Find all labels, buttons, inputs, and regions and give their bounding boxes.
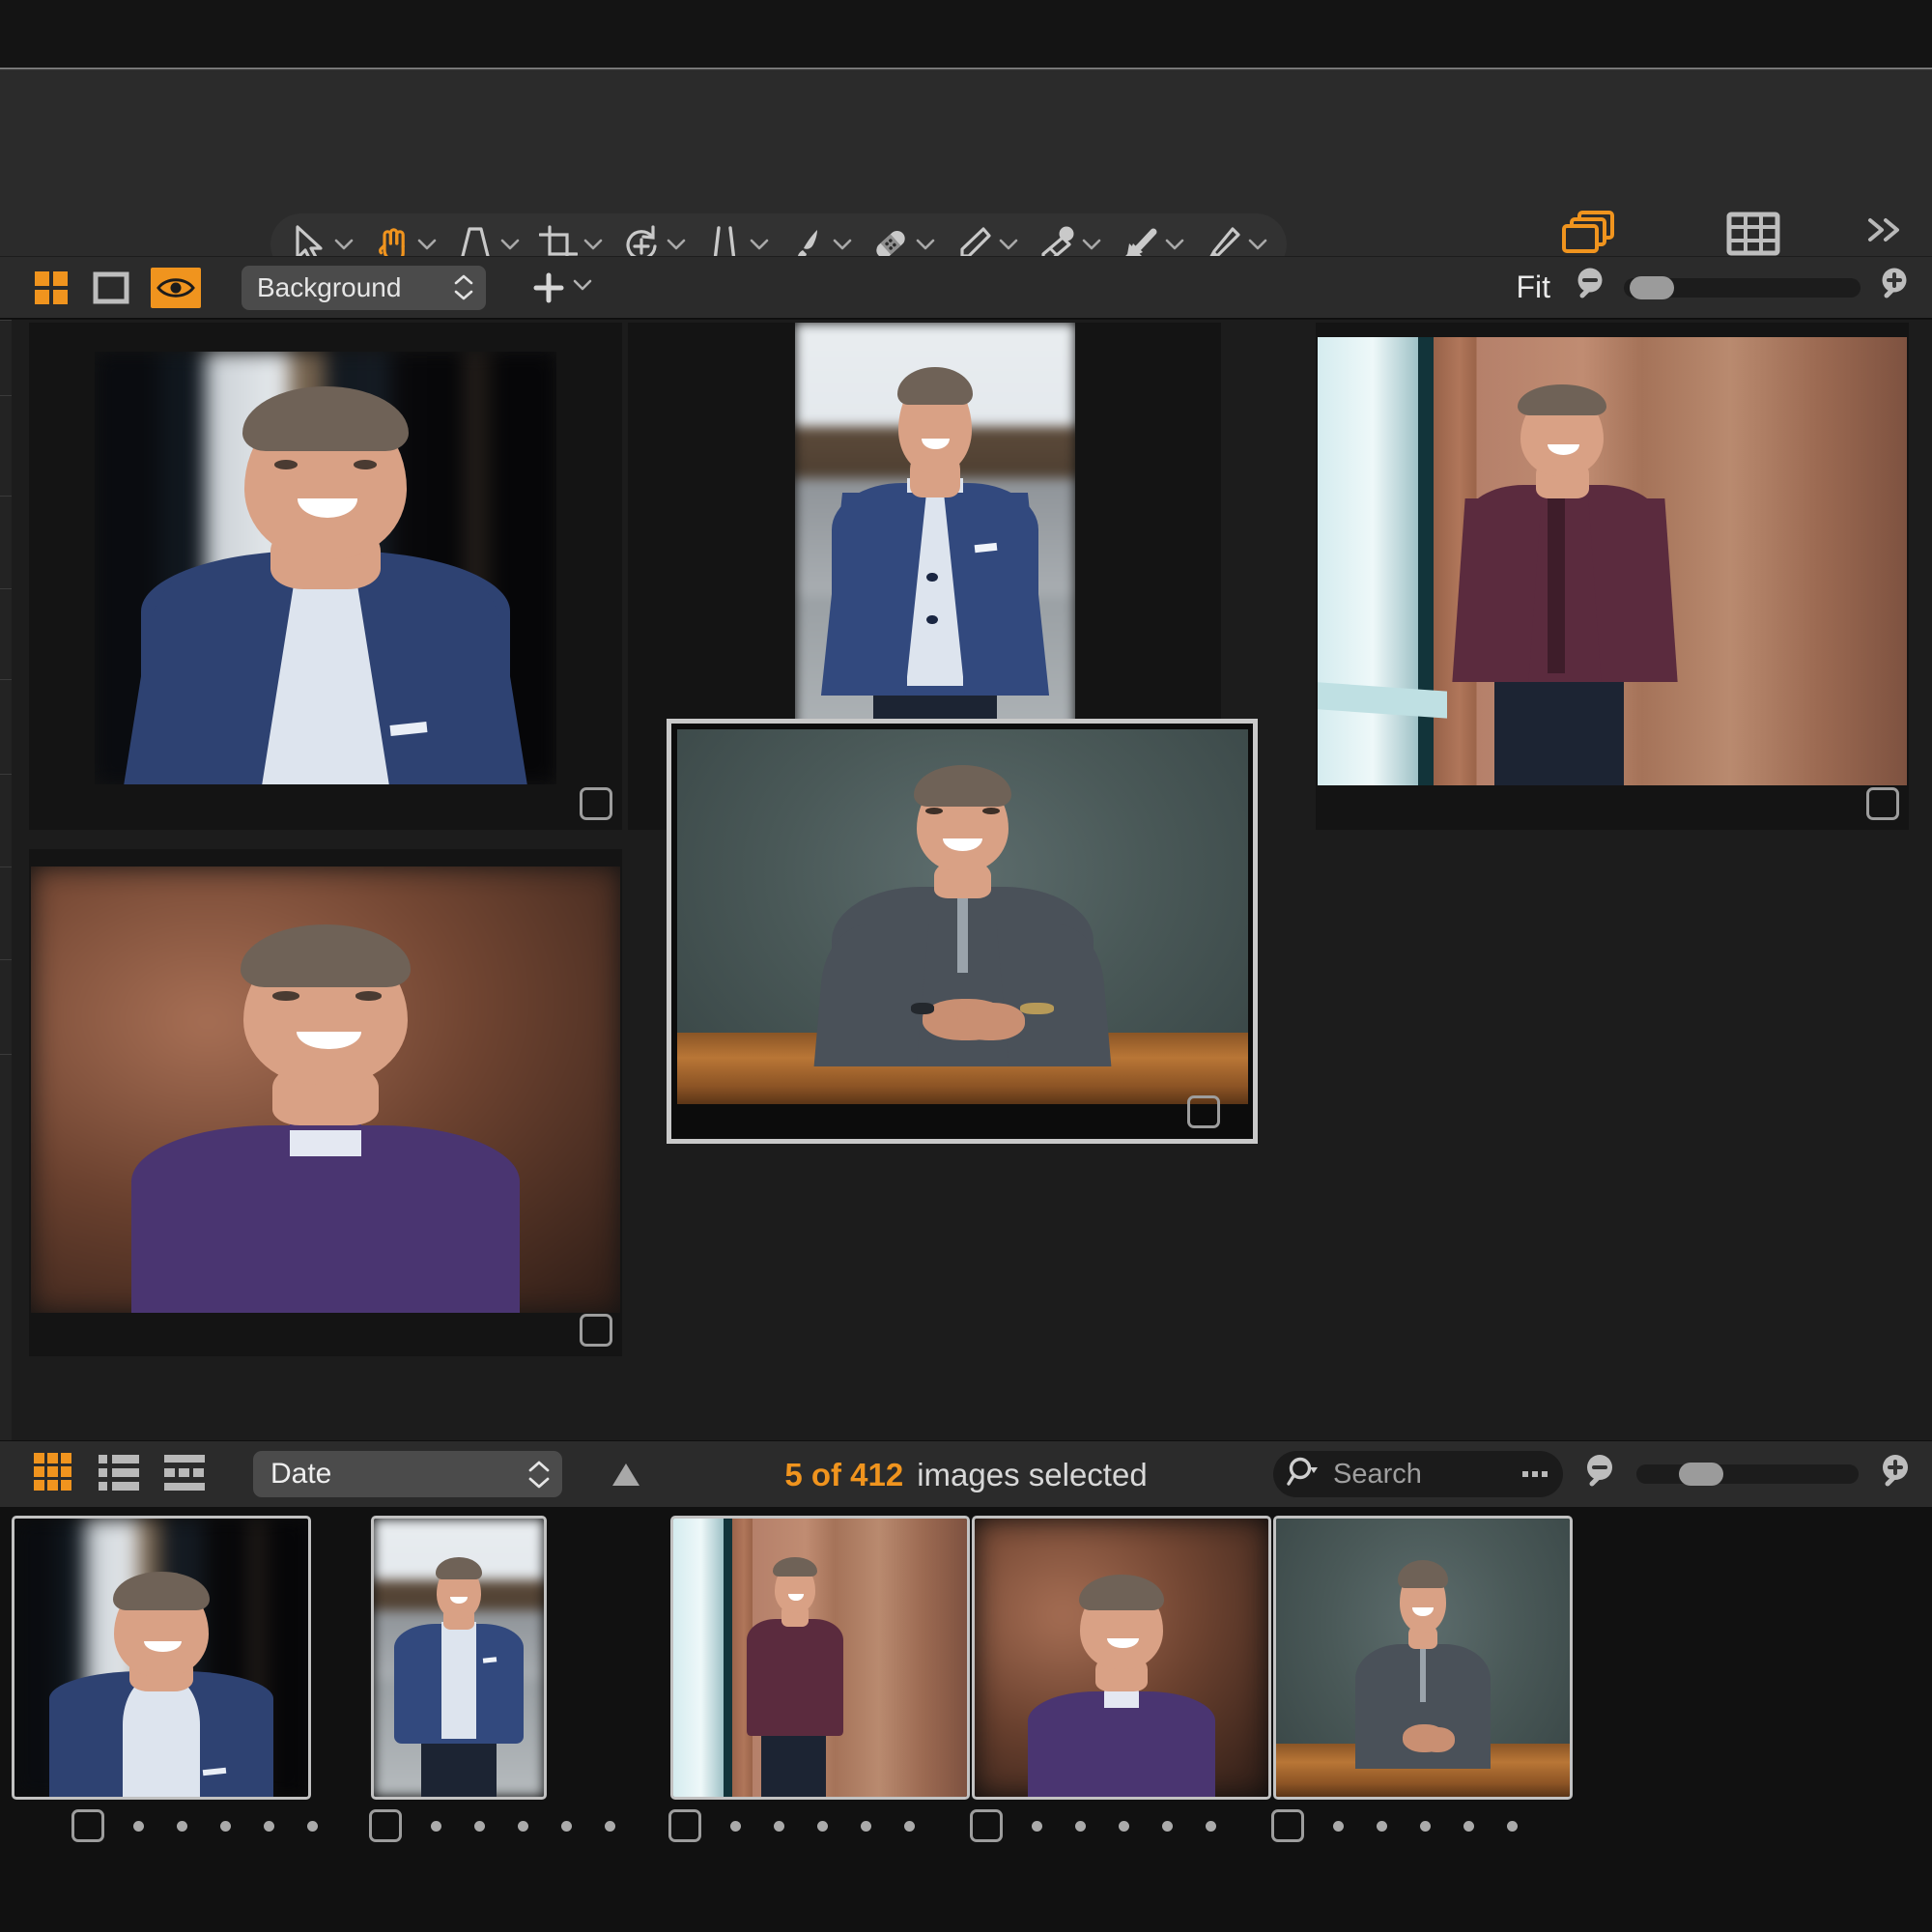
selection-label: images selected [917, 1457, 1148, 1492]
browser-status-bar: Date 5 of 412 images selected Search [0, 1440, 1932, 1508]
filmstrip-item-meta [1271, 1809, 1550, 1842]
filmstrip[interactable] [0, 1508, 1932, 1932]
image-grid[interactable] [0, 320, 1932, 1440]
magnifier-minus-icon[interactable] [1580, 1452, 1619, 1497]
filmstrip-thumb[interactable] [972, 1516, 1271, 1800]
toolbar-overflow-button[interactable] [1835, 194, 1932, 262]
thumbnail-zoom-slider[interactable] [1636, 1463, 1859, 1486]
grid-view-button[interactable] [31, 1450, 75, 1499]
sort-select-value: Date [270, 1458, 332, 1490]
filmstrip-checkbox[interactable] [369, 1809, 402, 1842]
layered-frames-icon [1558, 206, 1620, 262]
rating-dots[interactable] [431, 1820, 648, 1832]
filmstrip-thumb[interactable] [371, 1516, 547, 1800]
grid-photo [1318, 337, 1907, 785]
filmstrip-checkbox[interactable] [668, 1809, 701, 1842]
rating-dots[interactable] [1032, 1820, 1249, 1832]
triangle-up-icon[interactable] [605, 1451, 647, 1497]
window-titlebar [0, 0, 1932, 68]
filmstrip-thumb[interactable] [12, 1516, 311, 1800]
filmstrip-view-button[interactable] [162, 1450, 207, 1499]
filmstrip-item-meta [970, 1809, 1249, 1842]
grid-cell[interactable] [29, 323, 622, 830]
magnifier-plus-icon[interactable] [1876, 266, 1913, 309]
filmstrip-item-meta [369, 1809, 648, 1842]
chevron-updown-icon[interactable] [453, 274, 474, 300]
rating-dots[interactable] [730, 1820, 948, 1832]
magnifier-dropdown-icon[interactable] [1287, 1455, 1323, 1494]
magnifier-minus-icon[interactable] [1572, 266, 1608, 309]
proof-view-button[interactable] [151, 267, 201, 308]
grid-cell[interactable] [1316, 323, 1909, 830]
thumbnail-zoom-thumb[interactable] [1679, 1463, 1723, 1486]
filmstrip-thumb[interactable] [1273, 1516, 1573, 1800]
chevron-down-icon[interactable] [573, 278, 592, 297]
grid-cell-selected[interactable] [667, 719, 1258, 1144]
zoom-fit-label: Fit [1516, 270, 1550, 304]
add-layer-button[interactable] [530, 270, 592, 306]
filmstrip-item[interactable] [1271, 1516, 1573, 1842]
grid-cell[interactable] [29, 849, 622, 1356]
search-placeholder: Search [1333, 1458, 1422, 1490]
filmstrip-item[interactable] [668, 1516, 970, 1842]
filmstrip-item[interactable] [12, 1516, 318, 1842]
layer-select-value: Background [257, 271, 402, 302]
left-panel-edge [0, 320, 12, 1440]
chevron-updown-icon[interactable] [527, 1461, 551, 1489]
grid-overlay-icon [1723, 206, 1783, 262]
multi-view-button[interactable] [31, 268, 71, 308]
grid-photo [31, 867, 620, 1313]
filmstrip-item[interactable] [970, 1516, 1271, 1842]
preview-zoom-thumb[interactable] [1630, 275, 1674, 299]
browser-options-bar: Background Fit [0, 256, 1932, 319]
sort-select[interactable]: Date [253, 1451, 562, 1497]
ellipsis-icon[interactable] [1522, 1471, 1548, 1477]
grid-item-checkbox[interactable] [580, 1314, 612, 1347]
primary-view-button[interactable] [91, 268, 131, 308]
app-window: Cursor Tools Edit Selected [0, 0, 1932, 1932]
filmstrip-item[interactable] [369, 1516, 615, 1842]
rating-dots[interactable] [1333, 1820, 1550, 1832]
filmstrip-item-meta [668, 1809, 948, 1842]
filmstrip-checkbox[interactable] [1271, 1809, 1304, 1842]
grid-item-checkbox[interactable] [580, 787, 612, 820]
filmstrip-thumb[interactable] [670, 1516, 970, 1800]
main-toolbar: Cursor Tools Edit Selected [0, 71, 1932, 314]
filmstrip-checkbox[interactable] [71, 1809, 104, 1842]
grid-photo [677, 729, 1248, 1104]
grid-item-checkbox[interactable] [1866, 787, 1899, 820]
grid-photo [95, 352, 556, 784]
grid-item-checkbox[interactable] [1187, 1095, 1220, 1128]
search-input[interactable]: Search [1273, 1451, 1563, 1497]
selection-count: 5 of 412 [784, 1457, 904, 1492]
list-view-button[interactable] [97, 1450, 141, 1499]
filmstrip-checkbox[interactable] [970, 1809, 1003, 1842]
magnifier-plus-icon[interactable] [1876, 1452, 1915, 1497]
rating-dots[interactable] [133, 1820, 351, 1832]
layer-select[interactable]: Background [242, 265, 486, 310]
filmstrip-item-meta [71, 1809, 351, 1842]
preview-zoom-slider[interactable] [1624, 275, 1861, 299]
